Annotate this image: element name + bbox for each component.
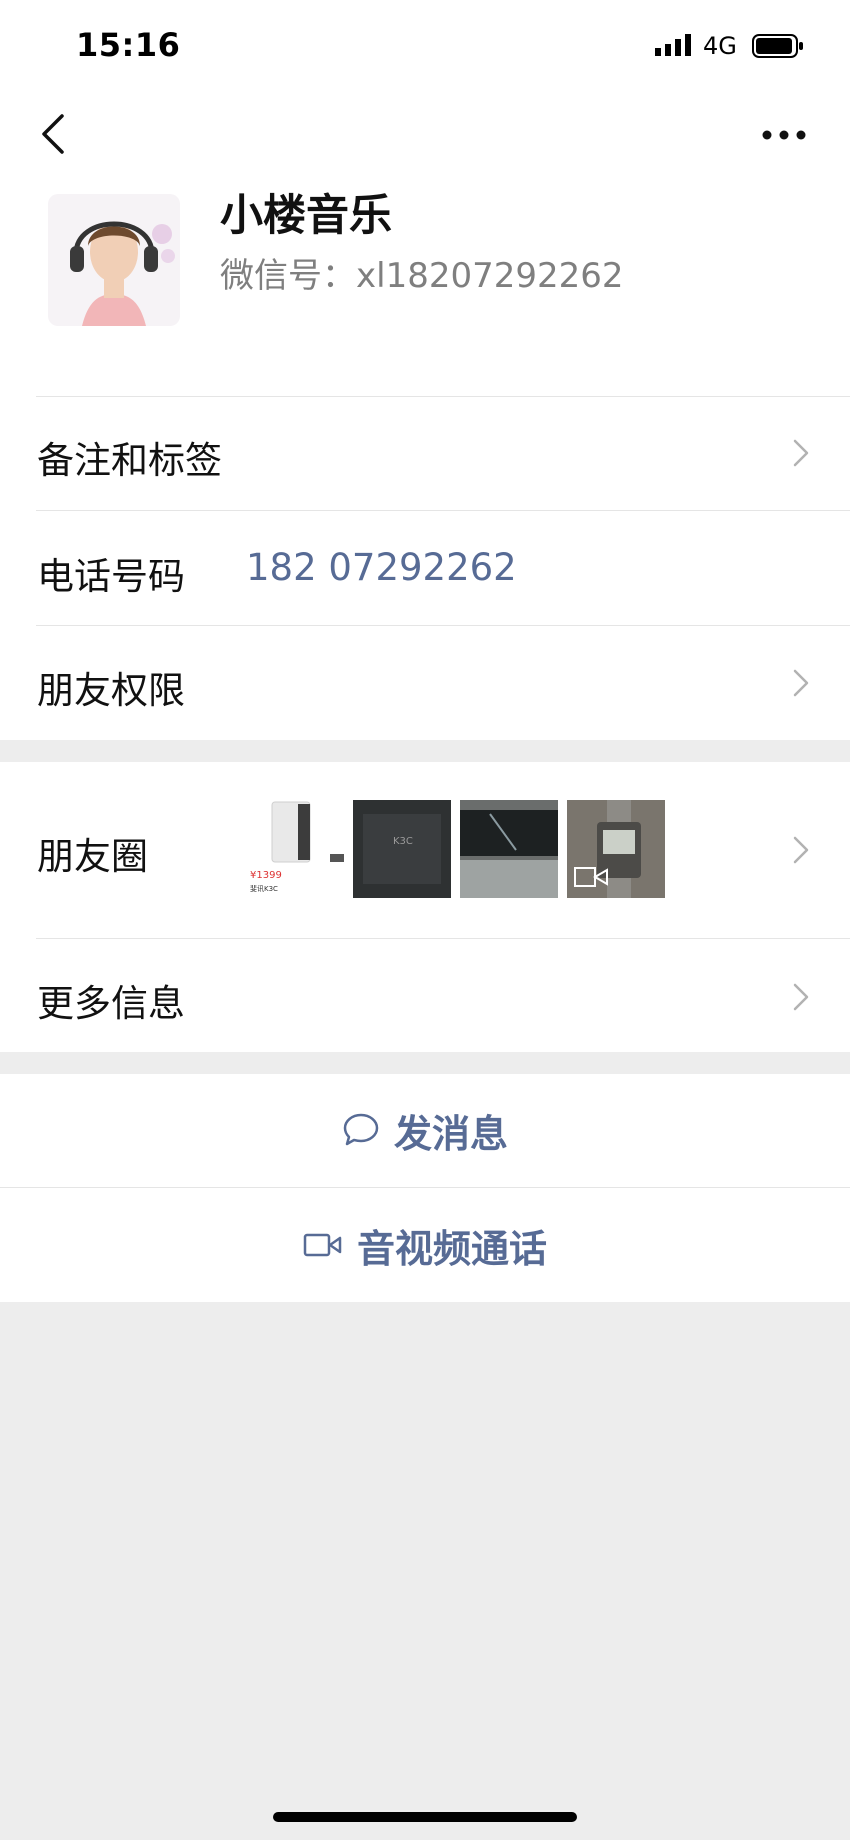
send-message-label: 发消息 [393, 1111, 508, 1156]
row-phone-label: 电话号码 [37, 555, 185, 598]
signal-bars-icon [655, 34, 691, 56]
video-call-button[interactable]: 音视频通话 [0, 1189, 850, 1301]
contact-name: 小楼音乐 [220, 191, 392, 241]
thumb-caption: 斐讯K3C [250, 885, 278, 893]
chevron-right-icon [793, 439, 809, 467]
moments-video-thumbnail[interactable] [567, 800, 665, 898]
more-dots-icon[interactable] [762, 128, 806, 142]
row-remarks-tags[interactable]: 备注和标签 [37, 430, 222, 484]
chevron-left-icon[interactable] [38, 112, 68, 156]
moments-thumbnail[interactable]: K3C [353, 800, 451, 898]
row-moments[interactable]: 朋友圈 [37, 826, 148, 880]
profile-card [0, 0, 850, 740]
chevron-right-icon [793, 983, 809, 1011]
send-message-button[interactable]: 发消息 [0, 1074, 850, 1186]
home-indicator[interactable] [273, 1812, 577, 1822]
phone-number-link[interactable]: 182 07292262 [246, 546, 517, 589]
divider [0, 1187, 850, 1188]
chevron-right-icon [793, 669, 809, 697]
chevron-right-icon [793, 836, 809, 864]
row-more-info[interactable]: 更多信息 [37, 973, 185, 1027]
status-time: 15:16 [76, 26, 181, 64]
divider [36, 510, 850, 511]
network-type: 4G [703, 32, 737, 60]
divider [36, 396, 850, 397]
video-call-label: 音视频通话 [356, 1226, 547, 1271]
chat-bubble-icon [343, 1113, 379, 1146]
thumb-brand: K3C [393, 836, 413, 847]
moments-thumbnail[interactable] [460, 800, 558, 898]
moments-thumbnail[interactable]: ¥1399 斐讯K3C [246, 800, 344, 898]
divider [36, 938, 850, 939]
thumb-price: ¥1399 [250, 870, 282, 881]
video-camera-icon [303, 1233, 342, 1257]
row-friend-permissions[interactable]: 朋友权限 [37, 660, 185, 714]
avatar[interactable] [48, 194, 180, 326]
battery-icon [752, 34, 803, 58]
divider [36, 625, 850, 626]
wechat-id: 微信号：xl18207292262 [220, 256, 624, 296]
